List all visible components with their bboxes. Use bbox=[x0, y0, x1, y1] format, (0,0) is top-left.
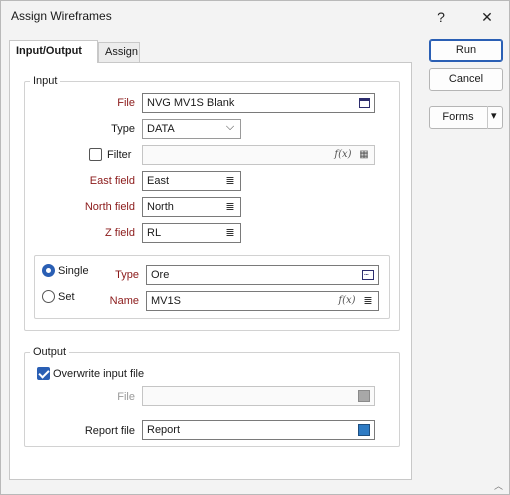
filter-field[interactable]: f(x) ▦ bbox=[142, 145, 375, 165]
east-field-label: East field bbox=[89, 175, 135, 187]
report-file-label: Report file bbox=[84, 425, 135, 437]
set-radio[interactable] bbox=[42, 290, 55, 303]
output-file-label: File bbox=[117, 391, 135, 403]
type-dropdown[interactable]: DATA ⌵ bbox=[142, 119, 241, 139]
expression-icon[interactable]: f(x) bbox=[332, 148, 354, 162]
z-field-value: RL bbox=[147, 227, 162, 239]
filter-checkbox[interactable] bbox=[89, 148, 102, 161]
file-label: File bbox=[117, 97, 135, 109]
resize-grip-icon[interactable]: ︿ bbox=[494, 479, 506, 491]
wireframe-name-value: MV1S bbox=[151, 295, 181, 307]
list-icon[interactable]: ≣ bbox=[361, 294, 375, 308]
output-file-field[interactable] bbox=[142, 386, 375, 406]
file-browse-icon[interactable] bbox=[357, 423, 371, 437]
file-browse-icon[interactable] bbox=[357, 96, 371, 110]
list-icon[interactable]: ≣ bbox=[223, 174, 237, 188]
type-dropdown-value: DATA bbox=[147, 123, 175, 135]
close-button[interactable]: ✕ bbox=[467, 5, 507, 29]
wireframe-type-field[interactable]: Ore bbox=[146, 265, 379, 285]
type-label: Type bbox=[111, 123, 135, 135]
report-file-field[interactable]: Report bbox=[142, 420, 375, 440]
file-browse-icon[interactable] bbox=[357, 389, 371, 403]
wireframe-type-value: Ore bbox=[151, 269, 170, 281]
cancel-button[interactable]: Cancel bbox=[429, 68, 503, 91]
list-icon[interactable]: ≣ bbox=[223, 226, 237, 240]
north-field-input[interactable]: North ≣ bbox=[142, 197, 241, 217]
expression-icon[interactable]: f(x) bbox=[336, 294, 358, 308]
wireframe-name-field[interactable]: MV1S f(x) ≣ bbox=[146, 291, 379, 311]
browse-icon[interactable] bbox=[361, 266, 375, 282]
overwrite-checkbox[interactable] bbox=[37, 367, 50, 380]
east-field-value: East bbox=[147, 175, 170, 187]
tab-assign[interactable]: Assign bbox=[98, 42, 140, 62]
title-bar: Assign Wireframes ? ✕ bbox=[1, 1, 509, 32]
single-radio[interactable] bbox=[42, 264, 55, 277]
east-field-input[interactable]: East ≣ bbox=[142, 171, 241, 191]
chevron-down-icon: ⌵ bbox=[225, 121, 235, 133]
table-icon[interactable]: ▦ bbox=[357, 148, 371, 162]
input-group-legend: Input bbox=[30, 75, 61, 87]
caret-down-icon: ▾ bbox=[491, 110, 497, 122]
set-label: Set bbox=[58, 291, 75, 303]
single-label: Single bbox=[58, 265, 89, 277]
input-file-value: NVG MV1S Blank bbox=[147, 97, 235, 109]
north-field-label: North field bbox=[84, 201, 135, 213]
overwrite-label: Overwrite input file bbox=[53, 368, 145, 380]
list-icon[interactable]: ≣ bbox=[223, 200, 237, 214]
wireframe-name-label: Name bbox=[109, 295, 139, 307]
filter-label: Filter bbox=[107, 149, 132, 161]
tab-input-output[interactable]: Input/Output bbox=[9, 40, 98, 63]
forms-dropdown-button[interactable]: ▾ bbox=[487, 106, 503, 129]
window-title: Assign Wireframes bbox=[11, 9, 112, 23]
run-button[interactable]: Run bbox=[429, 39, 503, 62]
z-field-input[interactable]: RL ≣ bbox=[142, 223, 241, 243]
help-button[interactable]: ? bbox=[421, 5, 461, 29]
report-file-value: Report bbox=[147, 424, 181, 436]
north-field-value: North bbox=[147, 201, 174, 213]
z-field-label: Z field bbox=[105, 227, 135, 239]
output-group-legend: Output bbox=[30, 346, 70, 358]
wireframe-type-label: Type bbox=[115, 269, 139, 281]
dialog-window: Assign Wireframes ? ✕ Input/Output Assig… bbox=[0, 0, 510, 495]
forms-label: Forms bbox=[442, 111, 474, 123]
input-file-field[interactable]: NVG MV1S Blank bbox=[142, 93, 375, 113]
